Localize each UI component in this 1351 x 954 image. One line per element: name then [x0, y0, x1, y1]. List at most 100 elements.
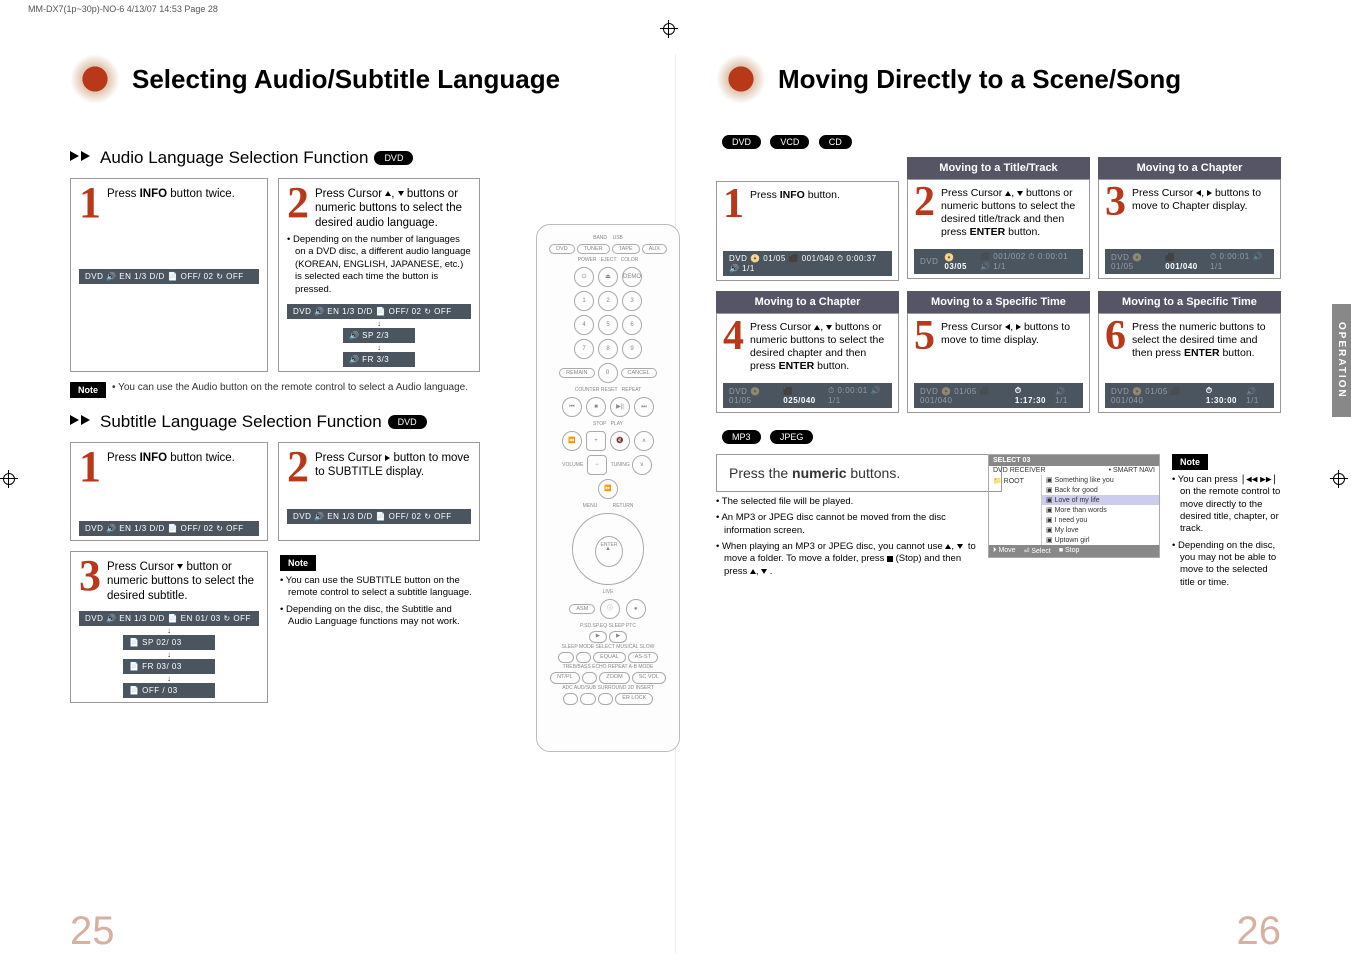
- scene-step-2: 2 Press Cursor , buttons or numeric butt…: [907, 179, 1090, 279]
- file-list-header: SELECT 03: [989, 455, 1159, 466]
- scene-step-5: 5 Press Cursor , buttons to move to time…: [907, 313, 1090, 413]
- skip-back-icon: |◀◀: [1240, 474, 1257, 485]
- osd-display: DVD 🔊 EN 1/3 D/D 📄 OFF/ 02 ↻ OFF: [79, 269, 259, 284]
- swirl-icon: [716, 54, 766, 104]
- osd-display: DVD 📀 03/05 ⬛ 001/002 ⏱ 0:00:01 🔊 1/1: [914, 249, 1083, 274]
- stop-icon: ■: [586, 397, 606, 417]
- osd-display: 🔊 FR 3/3: [343, 352, 415, 367]
- badge-cd: CD: [819, 135, 852, 149]
- osd-display: 📄 OFF / 03: [123, 683, 215, 698]
- osd-display: 📄 FR 03/ 03: [123, 659, 215, 674]
- mute-icon: 🔇: [610, 431, 630, 451]
- step-number: 3: [1105, 185, 1126, 219]
- mp3-bullet: • When playing an MP3 or JPEG disc, you …: [716, 541, 976, 578]
- scene-row-2: Moving to a Chapter 4 Press Cursor , but…: [716, 291, 1281, 413]
- play-icon: ▶||: [610, 397, 630, 417]
- mp3-section: Press the numeric buttons. • The selecte…: [716, 454, 1281, 589]
- osd-display: DVD 📀 01/05 ⬛ 001/040 ⏱ 0:00:01 🔊 1/1: [1105, 249, 1274, 274]
- note-tag: Note: [1172, 454, 1208, 470]
- note-tag: Note: [280, 555, 316, 571]
- badge-mp3: MP3: [722, 430, 761, 444]
- mp3-bullet: • An MP3 or JPEG disc cannot be moved fr…: [716, 512, 976, 537]
- step-number: 2: [287, 185, 309, 221]
- col-header: Moving to a Specific Time: [907, 291, 1090, 313]
- audio-note: Note • You can use the Audio button on t…: [70, 382, 480, 398]
- note-tag: Note: [70, 382, 106, 398]
- stop-icon: [887, 556, 893, 562]
- up-icon: [385, 191, 391, 196]
- subtitle-step-2: 2 Press Cursor button to move to SUBTITL…: [278, 442, 480, 541]
- step-number: 2: [287, 449, 309, 485]
- disc-badges: DVD VCD CD: [716, 134, 1281, 149]
- mp3-bullet: • The selected file will be played.: [716, 496, 976, 508]
- osd-display: DVD 🔊 EN 1/3 D/D 📄 OFF/ 02 ↻ OFF: [287, 304, 471, 319]
- col-header: Moving to a Chapter: [1098, 157, 1281, 179]
- page-number: 26: [1237, 909, 1282, 954]
- page-number: 25: [70, 909, 115, 954]
- right-icon: [385, 455, 390, 461]
- section-audio: Audio Language Selection Function DVD: [70, 148, 480, 168]
- mp3-instruction: Press the numeric buttons.: [716, 454, 1002, 492]
- osd-display: 📄 SP 02/ 03: [123, 635, 215, 650]
- step-text: Press Cursor , buttons or numeric button…: [941, 185, 1083, 240]
- step-number: 4: [723, 319, 744, 353]
- step-text: Press Cursor , buttons or numeric button…: [315, 185, 471, 230]
- step-text: Press INFO button twice.: [107, 449, 235, 465]
- title-row: Selecting Audio/Subtitle Language: [70, 54, 635, 104]
- osd-display: DVD 📀 01/05 ⬛ 001/040 ⏱ 1:17:30 🔊 1/1: [914, 383, 1083, 408]
- note-text: • You can press |◀◀ ▶▶| on the remote co…: [1172, 474, 1281, 536]
- step-number: 1: [723, 187, 744, 221]
- step-text: Press Cursor button to move to SUBTITLE …: [315, 449, 471, 480]
- section-audio-title: Audio Language Selection Function: [100, 148, 368, 168]
- prev-icon: ⏮: [562, 397, 582, 417]
- badge-dvd: DVD: [374, 151, 413, 165]
- registration-mark-top: [660, 20, 678, 38]
- scene-step-3: 3 Press Cursor , buttons to move to Chap…: [1098, 179, 1281, 279]
- note-text: • You can use the Audio button on the re…: [112, 382, 468, 393]
- col-header: Moving to a Chapter: [716, 291, 899, 313]
- scene-step-1: 1 Press INFO button. DVD 📀 01/05 ⬛ 001/0…: [716, 181, 899, 281]
- mp3-instr-text: Press the numeric buttons.: [729, 465, 989, 481]
- osd-display: DVD 📀 01/05 ⬛ 001/040 ⏱ 1:30:00 🔊 1/1: [1105, 383, 1274, 408]
- note-text: • You can use the SUBTITLE button on the…: [280, 575, 478, 600]
- section-subtitle: Subtitle Language Selection Function DVD: [70, 412, 480, 432]
- step-text: Press Cursor , buttons to move to time d…: [941, 319, 1083, 347]
- subtitle-step-3: 3 Press Cursor button or numeric buttons…: [70, 551, 268, 703]
- info-icon: ⓘ: [600, 599, 620, 619]
- scene-row-1: 1 Press INFO button. DVD 📀 01/05 ⬛ 001/0…: [716, 157, 1281, 281]
- page-25: Selecting Audio/Subtitle Language Audio …: [0, 54, 676, 954]
- step-text: Press Cursor button or numeric buttons t…: [107, 558, 259, 603]
- note-text: • Depending on the disc, you may not be …: [1172, 540, 1281, 589]
- osd-display: DVD 🔊 EN 1/3 D/D 📄 OFF/ 02 ↻ OFF: [287, 509, 471, 524]
- page-spread: Selecting Audio/Subtitle Language Audio …: [0, 54, 1351, 954]
- badge-jpeg: JPEG: [770, 430, 814, 444]
- section-subtitle-title: Subtitle Language Selection Function: [100, 412, 382, 432]
- page-title: Selecting Audio/Subtitle Language: [132, 64, 560, 95]
- badge-dvd: DVD: [388, 415, 427, 429]
- step-text: Press Cursor , buttons to move to Chapte…: [1132, 185, 1274, 213]
- subtitle-steps-row2: 3 Press Cursor button or numeric buttons…: [70, 551, 480, 703]
- file-list-screen: SELECT 03 DVD RECEIVER• SMART NAVI 📁 ROO…: [988, 454, 1160, 558]
- osd-display: DVD 🔊 EN 1/3 D/D 📄 EN 01/ 03 ↻ OFF: [79, 611, 259, 626]
- swirl-icon: [70, 54, 120, 104]
- step-number: 1: [79, 449, 101, 485]
- scene-step-6: 6 Press the numeric buttons to select th…: [1098, 313, 1281, 413]
- osd-display: DVD 🔊 EN 1/3 D/D 📄 OFF/ 02 ↻ OFF: [79, 521, 259, 536]
- print-header: MM-DX7(1p~30p)-NO-6 4/13/07 14:53 Page 2…: [0, 0, 1351, 14]
- remote-control-diagram: BAND USB DVDTUNERTAPEAUX POWER EJECT COL…: [536, 224, 680, 752]
- down-icon: [177, 564, 183, 569]
- badge-vcd: VCD: [770, 135, 809, 149]
- scene-step-4: 4 Press Cursor , buttons or numeric butt…: [716, 313, 899, 413]
- step-text: Press INFO button.: [750, 187, 840, 202]
- osd-display: DVD 📀 01/05 ⬛ 001/040 ⏱ 0:00:37 🔊 1/1: [723, 251, 892, 276]
- step-number: 2: [914, 185, 935, 219]
- step-text: Press Cursor , buttons or numeric button…: [750, 319, 892, 374]
- rew-icon: ⏪: [562, 431, 582, 451]
- file-list-footer: ⏵ Move ⏎ Select ■ Stop: [989, 545, 1159, 557]
- page-title: Moving Directly to a Scene/Song: [778, 64, 1181, 95]
- step-number: 1: [79, 185, 101, 221]
- next-icon: ⏭: [634, 397, 654, 417]
- step-number: 5: [914, 319, 935, 353]
- subtitle-notes: Note • You can use the SUBTITLE button o…: [278, 551, 480, 703]
- step-number: 3: [79, 558, 101, 594]
